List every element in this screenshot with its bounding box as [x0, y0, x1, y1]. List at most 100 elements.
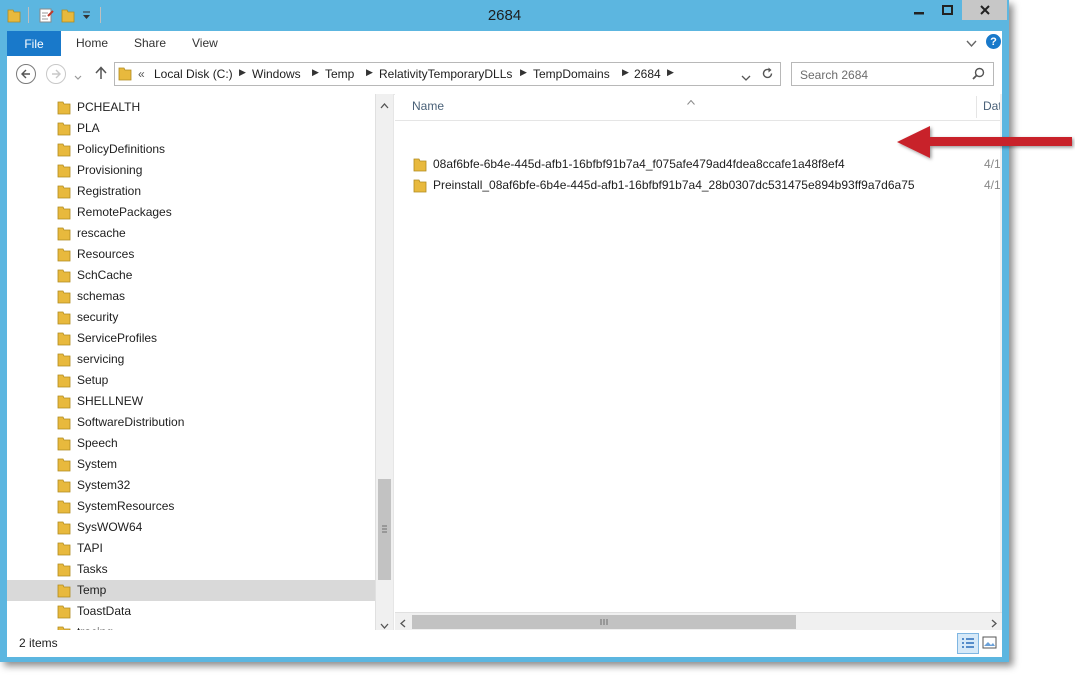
tree-item[interactable]: SchCache: [7, 265, 375, 286]
tree-item[interactable]: Speech: [7, 433, 375, 454]
tree-item[interactable]: SoftwareDistribution: [7, 412, 375, 433]
tree-item[interactable]: Temp: [7, 580, 375, 601]
tree-item[interactable]: SystemResources: [7, 496, 375, 517]
folder-icon: [57, 478, 71, 496]
maximize-button[interactable]: [934, 0, 961, 20]
back-arrow-icon: [21, 69, 30, 79]
details-view-button[interactable]: [957, 633, 979, 654]
pane-splitter[interactable]: [393, 94, 394, 630]
content-scrollbar-edge: [1000, 94, 1002, 630]
address-dropdown-icon[interactable]: [741, 71, 751, 85]
scroll-right-icon[interactable]: [991, 617, 997, 631]
tree-item[interactable]: rescache: [7, 223, 375, 244]
breadcrumb-2684[interactable]: 2684: [634, 67, 661, 81]
scroll-left-icon[interactable]: [400, 617, 406, 631]
tree-item-label: PolicyDefinitions: [77, 142, 166, 156]
column-name[interactable]: Name: [412, 99, 444, 113]
search-icon[interactable]: [972, 67, 985, 83]
tab-share[interactable]: Share: [134, 36, 166, 50]
tree-item[interactable]: Setup: [7, 370, 375, 391]
tree-item[interactable]: PLA: [7, 118, 375, 139]
breadcrumb-relativity-temporary-dlls[interactable]: RelativityTemporaryDLLs: [379, 67, 512, 81]
tree-item[interactable]: PolicyDefinitions: [7, 139, 375, 160]
breadcrumb-separator[interactable]: ▶: [667, 67, 674, 78]
tree-item[interactable]: ServiceProfiles: [7, 328, 375, 349]
horizontal-scrollbar-thumb[interactable]: [412, 615, 796, 629]
breadcrumb-overflow[interactable]: «: [138, 67, 145, 81]
tree-scrollbar[interactable]: [375, 94, 393, 630]
expand-ribbon-icon[interactable]: [966, 37, 977, 51]
tree-item[interactable]: schemas: [7, 286, 375, 307]
breadcrumb-local-disk[interactable]: Local Disk (C:): [154, 67, 233, 81]
tab-file[interactable]: File: [7, 31, 61, 56]
folder-icon: [118, 66, 132, 84]
column-divider[interactable]: [976, 96, 977, 118]
tree-item[interactable]: Registration: [7, 181, 375, 202]
help-icon[interactable]: ?: [986, 34, 1001, 49]
tree-item[interactable]: Resources: [7, 244, 375, 265]
folder-icon: [57, 604, 71, 622]
explorer-window: 2684 File Home Share View ? « Local Disk…: [0, 0, 1009, 662]
folder-icon: [57, 268, 71, 286]
minimize-button[interactable]: [906, 0, 932, 20]
breadcrumb-separator[interactable]: ▶: [622, 67, 629, 78]
back-button[interactable]: [16, 64, 36, 84]
folder-icon: [57, 142, 71, 160]
breadcrumb-temp[interactable]: Temp: [325, 67, 354, 81]
tree-item[interactable]: ToastData: [7, 601, 375, 622]
folder-icon: [57, 226, 71, 244]
tree-item[interactable]: SysWOW64: [7, 517, 375, 538]
tree-item[interactable]: servicing: [7, 349, 375, 370]
tree-item[interactable]: TAPI: [7, 538, 375, 559]
file-name[interactable]: 08af6bfe-6b4e-445d-afb1-16bfbf91b7a4_f07…: [433, 157, 845, 171]
close-button[interactable]: [962, 0, 1007, 20]
tree-item[interactable]: System: [7, 454, 375, 475]
breadcrumb-separator[interactable]: ▶: [312, 67, 319, 78]
navigation-bar: « Local Disk (C:) ▶ Windows ▶ Temp ▶ Rel…: [7, 56, 1002, 95]
tree-item[interactable]: PCHEALTH: [7, 97, 375, 118]
folder-icon: [57, 373, 71, 391]
tree-item[interactable]: RemotePackages: [7, 202, 375, 223]
tree-item-label: security: [77, 310, 119, 324]
tree-item-label: SoftwareDistribution: [77, 415, 185, 429]
folder-icon: [57, 163, 71, 181]
tab-home[interactable]: Home: [76, 36, 108, 50]
tree-item[interactable]: System32: [7, 475, 375, 496]
breadcrumb-separator[interactable]: ▶: [366, 67, 373, 78]
up-arrow-icon: [95, 66, 107, 79]
address-bar[interactable]: « Local Disk (C:) ▶ Windows ▶ Temp ▶ Rel…: [114, 62, 781, 86]
tree-item-label: SystemResources: [77, 499, 175, 513]
tab-view[interactable]: View: [192, 36, 218, 50]
breadcrumb-windows[interactable]: Windows: [252, 67, 301, 81]
tree-item[interactable]: tracing: [7, 622, 375, 630]
tree-item-label: TAPI: [77, 541, 103, 555]
tree-item-label: System32: [77, 478, 131, 492]
file-row[interactable]: Preinstall_08af6bfe-6b4e-445d-afb1-16bfb…: [395, 175, 1002, 196]
search-input[interactable]: [798, 66, 972, 84]
file-row[interactable]: 08af6bfe-6b4e-445d-afb1-16bfbf91b7a4_f07…: [395, 154, 1002, 175]
tree-scrollbar-thumb[interactable]: [378, 479, 391, 580]
scroll-up-icon[interactable]: [380, 98, 389, 112]
large-icons-view-button[interactable]: [981, 634, 998, 651]
refresh-icon[interactable]: [761, 67, 774, 83]
breadcrumb-separator[interactable]: ▶: [239, 67, 246, 78]
up-button[interactable]: [95, 66, 107, 83]
folder-icon: [57, 184, 71, 202]
search-box[interactable]: [791, 62, 994, 86]
status-bar: 2 items: [7, 630, 1002, 657]
tree-item[interactable]: Tasks: [7, 559, 375, 580]
content-horizontal-scrollbar[interactable]: [395, 612, 1002, 631]
folder-icon: [57, 499, 71, 517]
tree-item[interactable]: security: [7, 307, 375, 328]
folder-icon: [57, 541, 71, 559]
tree-item[interactable]: Provisioning: [7, 160, 375, 181]
tree-item-label: Speech: [77, 436, 118, 450]
column-header: Name Date: [395, 94, 1002, 121]
breadcrumb-temp-domains[interactable]: TempDomains: [533, 67, 610, 81]
file-name[interactable]: Preinstall_08af6bfe-6b4e-445d-afb1-16bfb…: [433, 178, 915, 192]
tree-item[interactable]: SHELLNEW: [7, 391, 375, 412]
forward-button[interactable]: [46, 64, 66, 84]
recent-locations-dropdown[interactable]: [74, 70, 82, 84]
breadcrumb-separator[interactable]: ▶: [520, 67, 527, 78]
tree-item-label: Resources: [77, 247, 135, 261]
